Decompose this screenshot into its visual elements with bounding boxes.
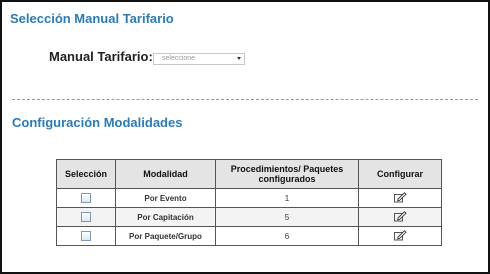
- selection-cell: [56, 188, 116, 208]
- configure-cell: [358, 226, 442, 246]
- main-panel: Selección Manual Tarifario Manual Tarifa…: [0, 0, 490, 274]
- table-row: Por Evento 1: [56, 188, 442, 208]
- section-title-tarifario: Selección Manual Tarifario: [10, 11, 174, 26]
- manual-tarifario-select[interactable]: seleccione: [153, 53, 245, 65]
- modalidad-cell: Por Paquete/Grupo: [115, 226, 216, 246]
- edit-icon[interactable]: [393, 229, 407, 243]
- row-checkbox[interactable]: [81, 193, 91, 203]
- row-checkbox[interactable]: [81, 231, 91, 241]
- count-cell: 1: [215, 188, 359, 208]
- section-title-modalidades: Configuración Modalidades: [12, 115, 183, 130]
- row-checkbox[interactable]: [81, 212, 91, 222]
- column-header-procedimientos: Procedimientos/ Paquetes configurados: [215, 159, 359, 189]
- table-row: Por Paquete/Grupo 6: [56, 226, 442, 246]
- configure-cell: [358, 188, 442, 208]
- column-header-seleccion: Selección: [56, 159, 116, 189]
- column-header-configurar: Configurar: [358, 159, 442, 189]
- selection-cell: [56, 207, 116, 227]
- select-value: seleccione: [162, 55, 196, 62]
- manual-tarifario-label: Manual Tarifario:: [49, 49, 153, 64]
- modalidad-cell: Por Evento: [115, 188, 216, 208]
- table-header-row: Selección Modalidad Procedimientos/ Paqu…: [56, 159, 442, 189]
- modalidades-table: Selección Modalidad Procedimientos/ Paqu…: [56, 159, 442, 246]
- chevron-down-icon: [237, 57, 241, 60]
- count-cell: 6: [215, 226, 359, 246]
- selection-cell: [56, 226, 116, 246]
- column-header-modalidad: Modalidad: [115, 159, 216, 189]
- count-cell: 5: [215, 207, 359, 227]
- modalidad-cell: Por Capitación: [115, 207, 216, 227]
- configure-cell: [358, 207, 442, 227]
- edit-icon[interactable]: [393, 210, 407, 224]
- table-row: Por Capitación 5: [56, 207, 442, 227]
- section-divider: [12, 99, 478, 100]
- edit-icon[interactable]: [393, 191, 407, 205]
